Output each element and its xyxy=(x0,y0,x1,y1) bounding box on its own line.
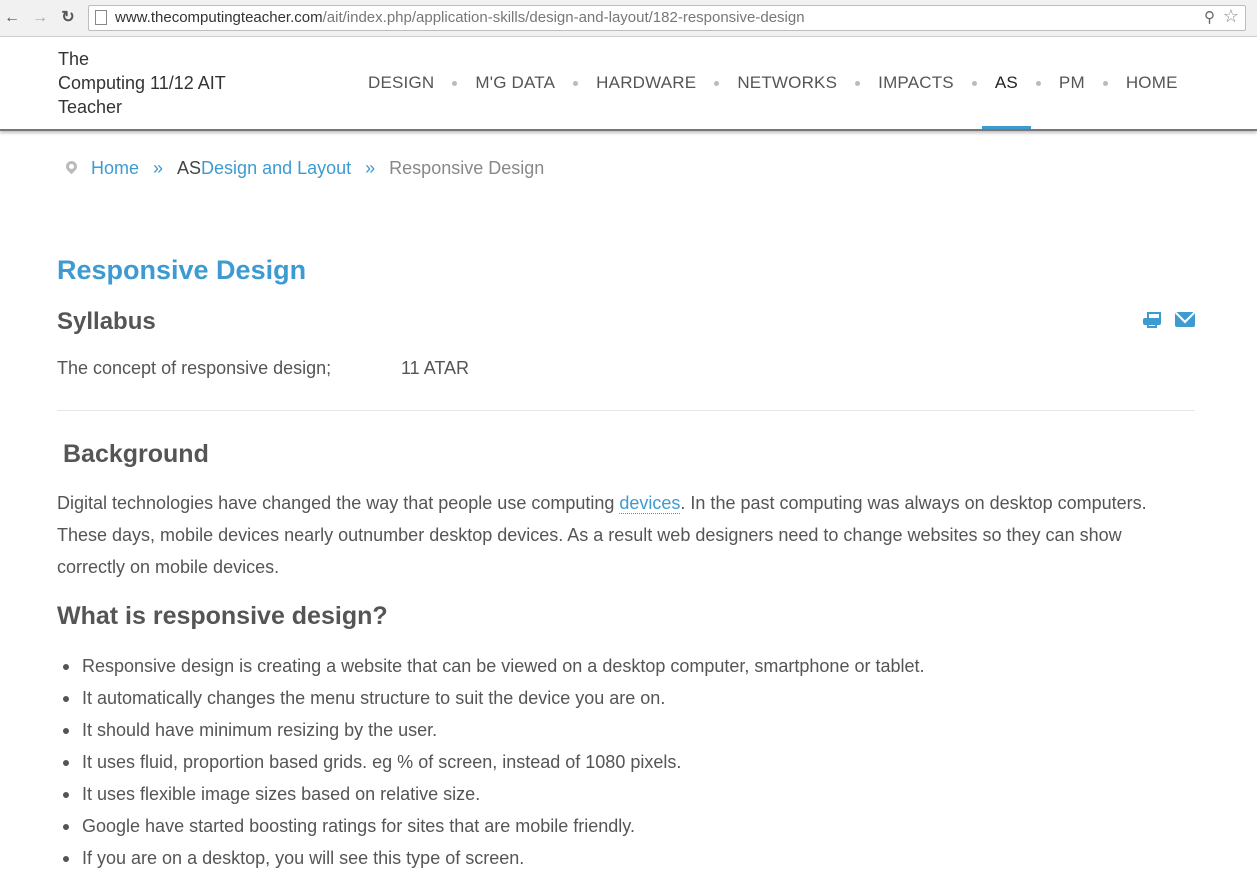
double-chevron-right-icon: » xyxy=(153,158,164,178)
breadcrumb-section[interactable]: Design and Layout xyxy=(201,158,351,179)
list-item: Google have started boosting ratings for… xyxy=(63,810,925,842)
what-is-heading: What is responsive design? xyxy=(57,602,388,630)
devices-link[interactable]: devices xyxy=(619,493,681,514)
logo-line: Computing 11/12 AIT xyxy=(58,73,226,93)
bookmark-star-icon[interactable]: ☆ xyxy=(1223,6,1239,27)
list-item: It should have minimum resizing by the u… xyxy=(63,714,925,746)
menu-item-design[interactable]: DESIGN xyxy=(350,37,452,129)
list-item: It automatically changes the menu struct… xyxy=(63,682,925,714)
list-item: If you are on a desktop, you will see th… xyxy=(63,842,925,874)
syllabus-level: 11 ATAR xyxy=(401,358,470,378)
menu-item-impacts[interactable]: IMPACTS xyxy=(860,37,972,129)
site-logo[interactable]: The Computing 11/12 AIT Teacher xyxy=(58,47,258,119)
breadcrumb-section-prefix: AS xyxy=(177,158,202,178)
syllabus-heading: Syllabus xyxy=(57,308,156,335)
bullet-list: Responsive design is creating a website … xyxy=(57,650,925,874)
syllabus-row: The concept of responsive design; 11 ATA… xyxy=(57,358,469,379)
double-chevron-right-icon: » xyxy=(365,158,376,178)
browser-toolbar: ← → ↻ www.thecomputingteacher.com/ait/in… xyxy=(0,0,1257,37)
site-header: The Computing 11/12 AIT Teacher DESIGN M'… xyxy=(0,37,1257,131)
menu-item-pm[interactable]: PM xyxy=(1041,37,1103,129)
menu-item-hardware[interactable]: HARDWARE xyxy=(578,37,714,129)
logo-line: Teacher xyxy=(58,97,123,117)
back-arrow-icon[interactable]: ← xyxy=(2,8,22,28)
breadcrumb: Home » AS Design and Layout » Responsive … xyxy=(63,158,545,179)
main-menu: DESIGN M'G DATA HARDWARE NETWORKS IMPACTS AS P… xyxy=(350,37,1196,129)
page-title[interactable]: Responsive Design xyxy=(57,255,306,286)
list-item: It uses fluid, proportion based grids. e… xyxy=(63,746,925,778)
background-paragraph: Digital technologies have changed the wa… xyxy=(57,493,1147,577)
url-text[interactable]: www.thecomputingteacher.com/ait/index.ph… xyxy=(115,9,805,26)
background-heading: Background xyxy=(63,440,209,468)
location-pin-icon xyxy=(63,158,80,175)
forward-arrow-icon[interactable]: → xyxy=(30,8,50,28)
article-actions xyxy=(1143,312,1195,328)
list-item: It uses flexible image sizes based on re… xyxy=(63,778,925,810)
list-item: Responsive design is creating a website … xyxy=(63,650,925,682)
breadcrumb-home[interactable]: Home xyxy=(91,158,139,179)
menu-item-networks[interactable]: NETWORKS xyxy=(719,37,855,129)
page-icon xyxy=(95,10,107,25)
syllabus-item: The concept of responsive design; xyxy=(57,358,332,378)
reload-icon[interactable]: ↻ xyxy=(58,8,78,28)
breadcrumb-current: Responsive Design xyxy=(389,158,545,178)
print-icon[interactable] xyxy=(1143,312,1161,328)
menu-item-as[interactable]: AS xyxy=(977,37,1036,129)
zoom-icon[interactable]: ⚲ xyxy=(1204,8,1215,26)
menu-item-home[interactable]: HOME xyxy=(1108,37,1196,129)
email-icon[interactable] xyxy=(1175,312,1195,327)
logo-line: The xyxy=(58,49,90,69)
address-bar[interactable]: www.thecomputingteacher.com/ait/index.ph… xyxy=(88,5,1246,31)
divider xyxy=(57,410,1195,411)
menu-item-mgdata[interactable]: M'G DATA xyxy=(457,37,573,129)
